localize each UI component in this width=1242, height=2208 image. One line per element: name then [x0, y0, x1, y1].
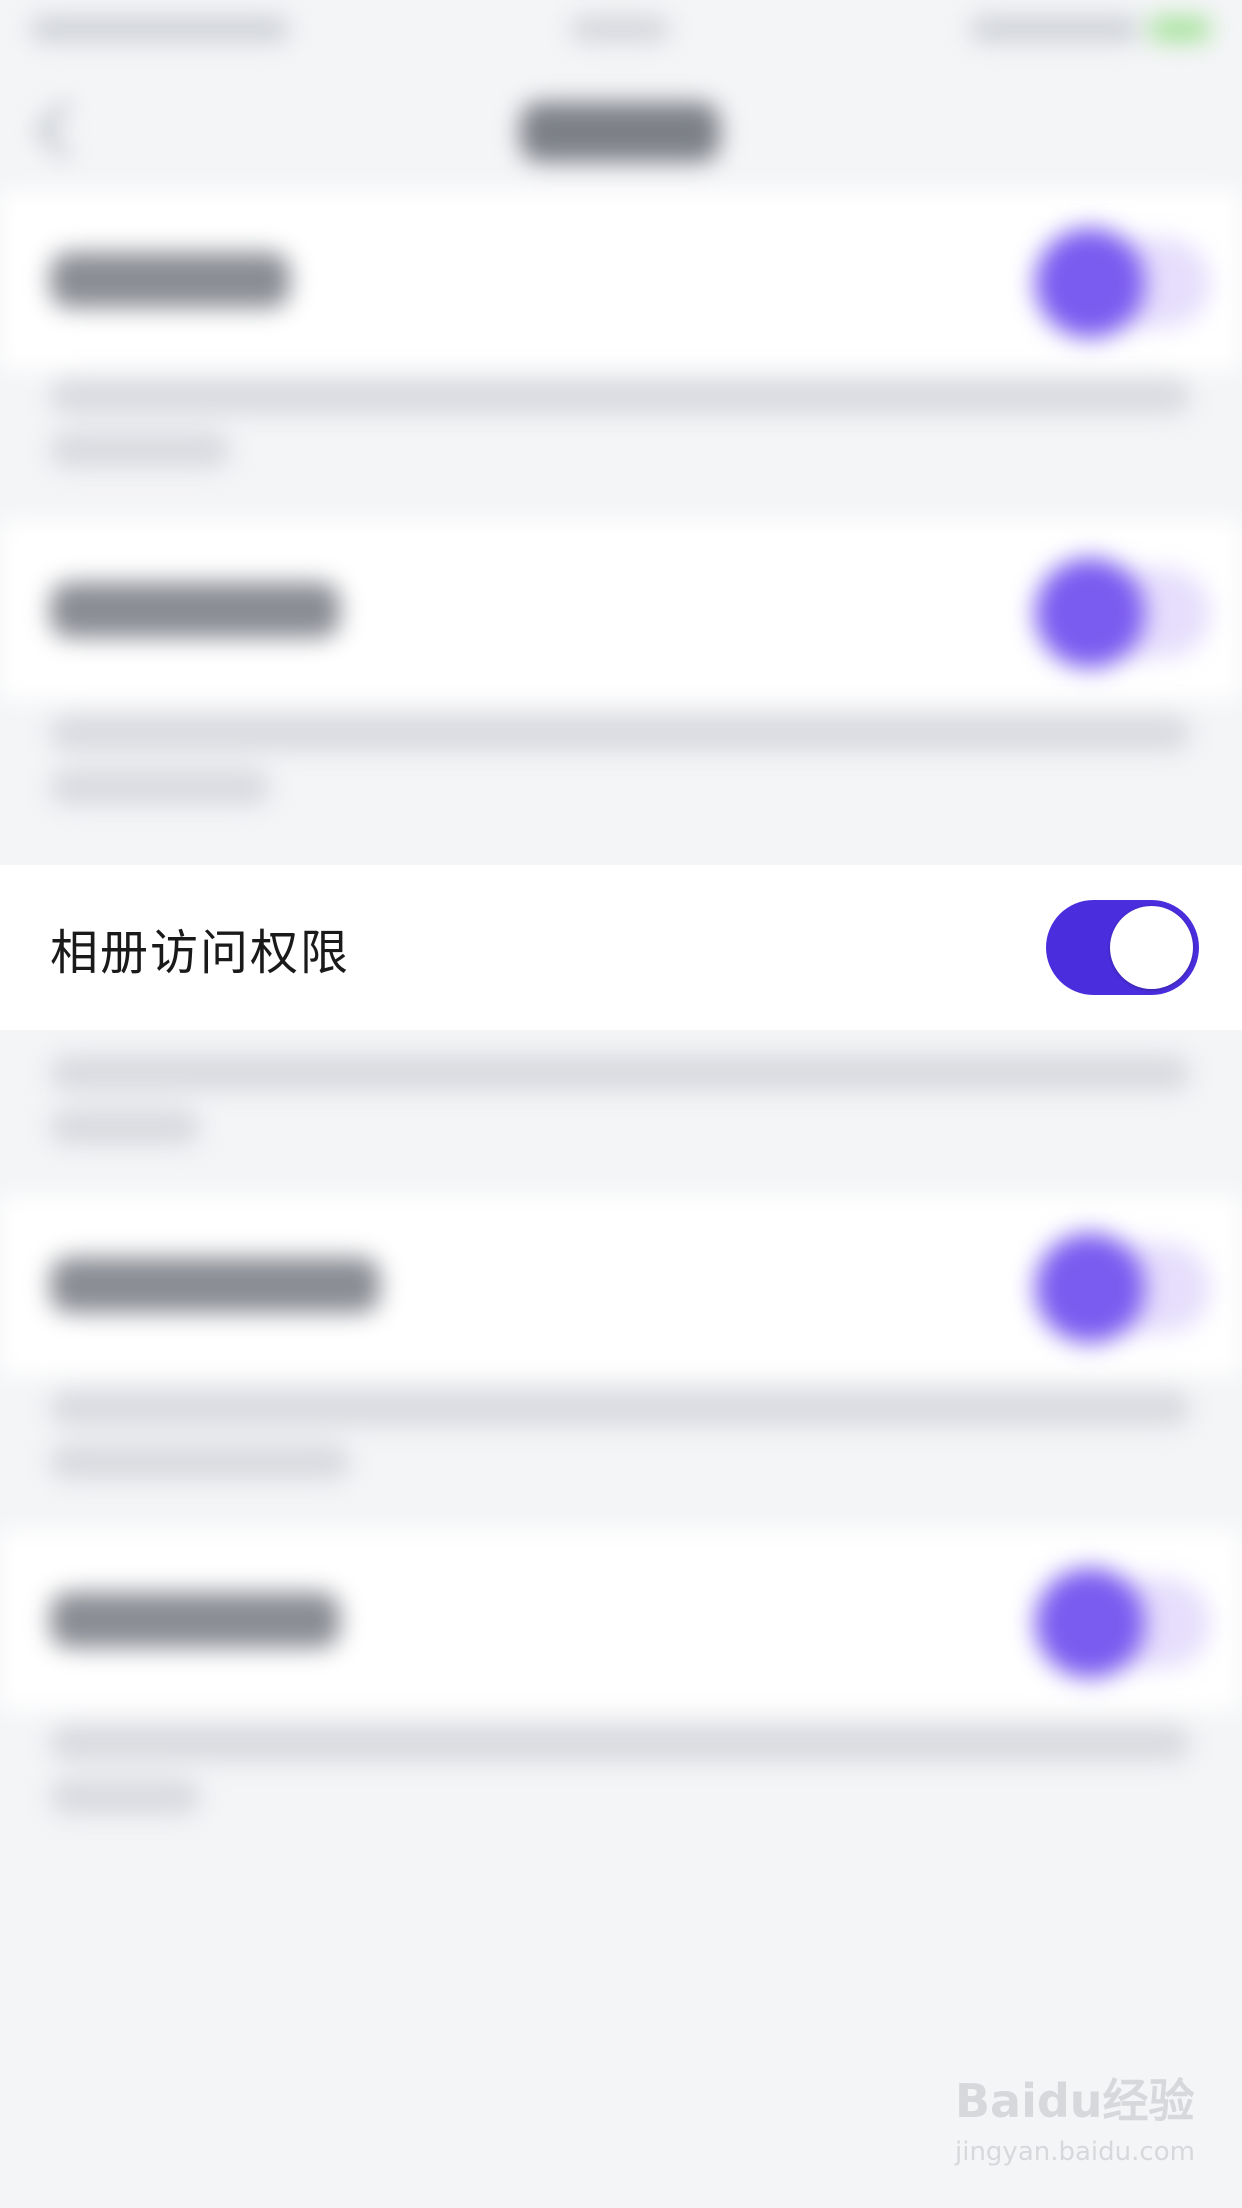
setting-description: [50, 378, 1190, 488]
watermark-url: jingyan.baidu.com: [955, 2137, 1195, 2167]
toggle-knob: [1110, 906, 1193, 989]
setting-title: [50, 1257, 380, 1313]
setting-description: [50, 1055, 1190, 1165]
page-title: [520, 102, 720, 162]
setting-row: [0, 190, 1242, 370]
toggle-knob: [1035, 558, 1145, 668]
setting-title: [50, 582, 340, 638]
toggle-track: [1050, 1243, 1210, 1333]
toggle-knob: [1035, 228, 1145, 338]
back-arrow-icon: [36, 101, 94, 159]
setting-description: [50, 715, 1190, 825]
blurred-background: [0, 0, 1242, 2208]
photo-access-toggle[interactable]: [1046, 900, 1199, 995]
toggle-knob: [1035, 1233, 1145, 1343]
toggle-track: [1050, 568, 1210, 658]
watermark-brand: Baidu经验: [955, 2074, 1195, 2128]
setting-row-photo-access: 相册访问权限: [0, 865, 1242, 1030]
setting-row: [0, 520, 1242, 700]
setting-row: [0, 1195, 1242, 1375]
toggle-track: [1050, 1578, 1210, 1668]
status-bar: [0, 0, 1242, 60]
toggle-track: [1050, 238, 1210, 328]
battery-icon: [1150, 16, 1210, 42]
status-bar-time: [570, 16, 670, 42]
watermark-logo: Baidu经验 jingyan.baidu.com: [955, 2065, 1195, 2185]
setting-row: [0, 1530, 1242, 1710]
setting-description: [50, 1390, 1190, 1500]
setting-label-photo-access: 相册访问权限: [50, 924, 351, 981]
navigation-bar: [0, 60, 1242, 190]
setting-title: [50, 252, 290, 308]
setting-description: [50, 1725, 1190, 1835]
setting-title: [50, 1592, 340, 1648]
toggle-knob: [1035, 1568, 1145, 1678]
status-bar-indicators: [970, 16, 1140, 42]
status-bar-carrier: [30, 16, 290, 42]
